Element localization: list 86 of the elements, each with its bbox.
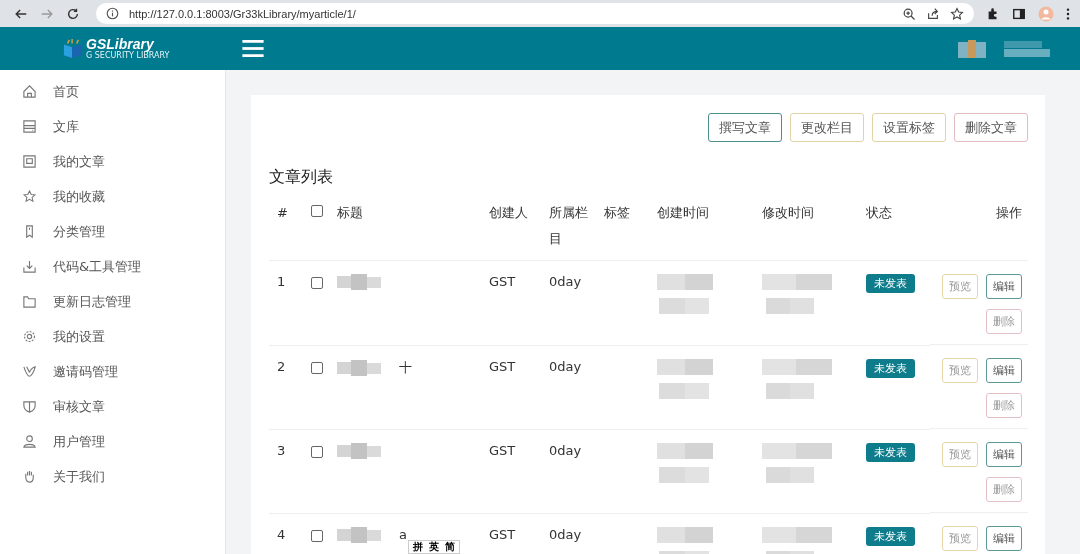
sidebar-item[interactable]: 审核文章 xyxy=(0,389,225,424)
row-number: 2 xyxy=(277,358,286,374)
blurred-date xyxy=(762,274,832,316)
author-cell: GST xyxy=(489,526,516,542)
blurred-date xyxy=(657,274,713,316)
blurred-date xyxy=(762,442,832,485)
blurred-username xyxy=(1002,39,1050,58)
column-header: 创建人 xyxy=(489,205,528,220)
blurred-date xyxy=(657,442,713,485)
status-badge: 未发表 xyxy=(866,274,915,293)
title-text: a xyxy=(399,527,407,542)
hand-icon xyxy=(22,469,37,484)
ime-key[interactable]: 简 xyxy=(445,541,455,553)
toolbar-button[interactable]: 删除文章 xyxy=(954,113,1028,142)
toolbar-button[interactable]: 撰写文章 xyxy=(708,113,782,142)
sidebar-item[interactable]: 更新日志管理 xyxy=(0,284,225,319)
sidebar-item[interactable]: 用户管理 xyxy=(0,424,225,459)
info-icon xyxy=(106,7,119,20)
menu-icon[interactable] xyxy=(1066,6,1070,21)
row-checkbox[interactable] xyxy=(311,529,323,542)
book-icon xyxy=(62,38,84,59)
column-header: 所属栏目 xyxy=(549,205,588,246)
row-checkbox[interactable] xyxy=(311,361,323,374)
status-badge: 未发表 xyxy=(866,358,915,378)
author-cell: GST xyxy=(489,358,516,374)
card-title: 文章列表 xyxy=(269,167,334,188)
column-header: # xyxy=(277,205,288,220)
folder-icon xyxy=(22,294,37,309)
star-icon[interactable] xyxy=(950,6,964,21)
column-header: 标题 xyxy=(337,205,363,220)
sidebar-icon[interactable] xyxy=(1012,6,1026,21)
row-checkbox[interactable] xyxy=(311,445,323,458)
row-number: 1 xyxy=(277,274,286,289)
ime-key[interactable]: 英 xyxy=(429,541,439,553)
share-icon[interactable] xyxy=(926,6,940,21)
category-cell: 0day xyxy=(549,274,582,289)
action-button[interactable]: 编辑 xyxy=(986,442,1022,467)
shield-icon xyxy=(22,399,37,414)
action-button[interactable]: 编辑 xyxy=(986,526,1022,551)
address-bar[interactable]: http://127.0.0.1:8003/Gr33kLibrary/myarticle/1/ xyxy=(96,3,974,24)
home-icon xyxy=(22,84,37,99)
sidebar-item[interactable]: 代码&工具管理 xyxy=(0,249,225,284)
row-number: 4 xyxy=(277,526,286,542)
toolbar-button[interactable]: 设置标签 xyxy=(872,113,946,142)
sidebar-item[interactable]: 首页 xyxy=(0,74,225,109)
status-badge: 未发表 xyxy=(866,442,915,462)
user-icon xyxy=(22,434,37,449)
ime-key[interactable]: 拼 xyxy=(413,541,423,553)
frame-icon xyxy=(22,154,37,169)
url-text: http://127.0.0.1:8003/Gr33kLibrary/myarticle/1/ xyxy=(129,7,356,20)
sidebar-item[interactable]: 我的文章 xyxy=(0,144,225,179)
extensions-icon[interactable] xyxy=(986,6,1000,21)
star-icon xyxy=(22,189,37,204)
sidebar-item[interactable]: 分类管理 xyxy=(0,214,225,249)
category-cell: 0day xyxy=(549,526,582,542)
category-cell: 0day xyxy=(549,358,582,374)
download-icon xyxy=(22,259,37,274)
sidebar-item[interactable]: 文库 xyxy=(0,109,225,144)
sidebar-item[interactable]: 我的设置 xyxy=(0,319,225,354)
sidebar-item[interactable]: 邀请码管理 xyxy=(0,354,225,389)
author-cell: GST xyxy=(489,442,516,458)
status-badge: 未发表 xyxy=(866,526,915,546)
category-cell: 0day xyxy=(549,442,582,458)
column-header: 标签 xyxy=(604,205,630,220)
author-cell: GST xyxy=(489,274,516,289)
blurred-date xyxy=(762,358,832,401)
column-header: 操作 xyxy=(996,205,1022,220)
gear-icon xyxy=(22,329,37,344)
sidebar-item[interactable]: 关于我们 xyxy=(0,459,225,494)
title-text: 十 xyxy=(399,358,412,377)
column-header: 创建时间 xyxy=(657,205,709,220)
blurred-date xyxy=(657,358,713,401)
toolbar-button[interactable]: 更改栏目 xyxy=(790,113,864,142)
column-header: 状态 xyxy=(866,205,892,220)
zoom-icon[interactable] xyxy=(902,6,916,21)
column-header: 修改时间 xyxy=(762,205,814,220)
sidebar-item[interactable]: 我的收藏 xyxy=(0,179,225,214)
action-button[interactable]: 编辑 xyxy=(986,358,1022,383)
logo-title: GSLibrary xyxy=(86,37,154,51)
select-all-checkbox[interactable] xyxy=(311,205,323,217)
row-number: 3 xyxy=(277,442,286,458)
logo-tagline: G SECURITY LIBRARY xyxy=(86,52,170,60)
reload-icon[interactable] xyxy=(66,6,80,21)
drive-icon xyxy=(22,119,37,134)
row-checkbox[interactable] xyxy=(311,277,323,289)
action-button[interactable]: 编辑 xyxy=(986,274,1022,299)
